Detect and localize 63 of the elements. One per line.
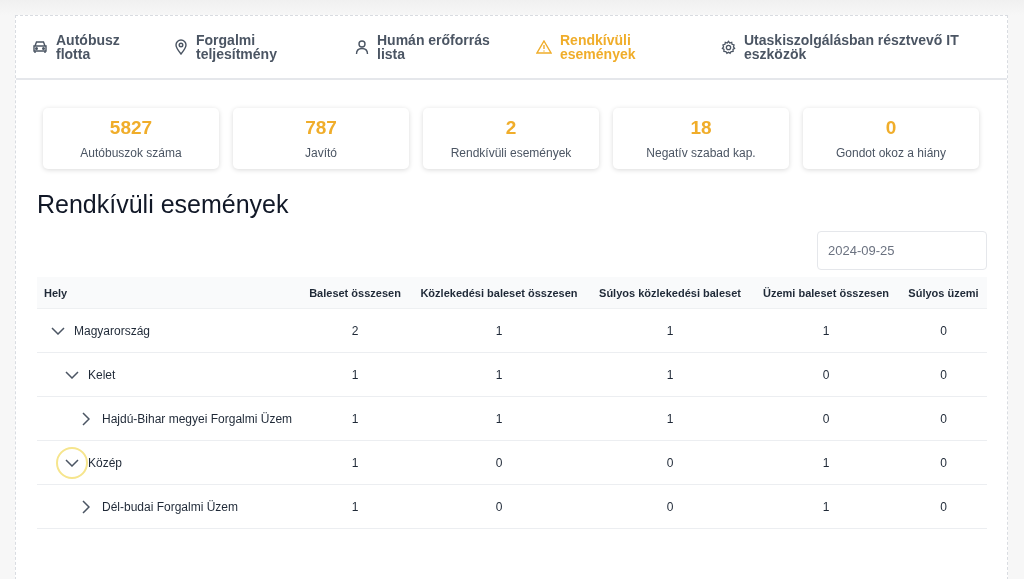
table-cell: Magyarország [74, 323, 151, 338]
column-header: Üzemi baleset összesen [762, 286, 890, 299]
person-icon [355, 39, 369, 55]
stat-label: Rendkívüli események [450, 146, 572, 160]
table-cell: 1 [666, 411, 674, 426]
car-icon [32, 40, 48, 54]
table-cell: 0 [822, 411, 830, 426]
settings-icon [721, 39, 736, 55]
table-cell: 0 [940, 367, 947, 382]
warning-icon [536, 40, 552, 54]
table-cell: 1 [822, 499, 830, 514]
table-cell: 0 [666, 499, 674, 514]
table-cell: 0 [940, 455, 947, 470]
stat-value: 0 [885, 117, 897, 139]
table-cell: 1 [822, 455, 830, 470]
table-cell: 1 [495, 323, 503, 338]
table-cell: Kelet [88, 367, 116, 382]
table-cell: 0 [940, 323, 947, 338]
table-cell: 1 [666, 323, 674, 338]
nav-tab[interactable]: Humán erőforrás lista [355, 16, 536, 78]
stat-label: Negatív szabad kap. [646, 146, 756, 160]
column-header: Súlyos közlekedési baleset [598, 286, 742, 299]
table-cell: 0 [495, 455, 503, 470]
nav-tab[interactable]: Autóbusz flotta [32, 16, 174, 78]
stat-value: 2 [505, 117, 517, 139]
column-header: Hely [43, 286, 69, 299]
table-cell: 1 [351, 455, 359, 470]
column-header: Baleset összesen [308, 286, 402, 299]
column-header: Közlekedési baleset összesen [419, 286, 579, 299]
table-cell: 2 [351, 323, 359, 338]
stat-value: 787 [305, 117, 337, 139]
table-cell: 0 [822, 367, 830, 382]
nav-tab[interactable]: Forgalmi teljesítmény [174, 16, 355, 78]
table-cell: 1 [351, 367, 359, 382]
stat-value: 5827 [109, 117, 153, 139]
table-cell: 0 [666, 455, 674, 470]
table-cell: Hajdú-Bihar megyei Forgalmi Üzem [102, 411, 293, 426]
table-cell: 0 [940, 499, 947, 514]
table-cell: 0 [495, 499, 503, 514]
table-cell: 0 [940, 411, 947, 426]
page-heading: Rendkívüli események [37, 190, 290, 219]
table-cell: 1 [822, 323, 830, 338]
chevron-right-icon [82, 499, 90, 514]
chevron-down-icon [65, 458, 79, 467]
table-cell: 1 [666, 367, 674, 382]
table-cell: 1 [495, 411, 503, 426]
table-cell: 1 [495, 367, 503, 382]
date-field[interactable]: 2024-09-25 [817, 231, 987, 270]
stat-label: Gondot okoz a hiány [835, 146, 947, 160]
expand-toggle[interactable] [56, 446, 88, 479]
stat-value: 18 [690, 117, 712, 139]
stat-label: Autóbuszok száma [80, 146, 182, 160]
column-header: Súlyos üzemi [907, 286, 980, 299]
chevron-right-icon [82, 411, 90, 426]
chevron-down-icon [65, 370, 79, 379]
stat-label: Javító [305, 146, 337, 160]
table-cell: 1 [351, 499, 359, 514]
table-cell: Közép [88, 455, 123, 470]
table-cell: Dél-budai Forgalmi Üzem [102, 499, 239, 514]
table-cell: 1 [351, 411, 359, 426]
chevron-down-icon [51, 326, 65, 335]
location-pin-icon [174, 39, 188, 55]
nav-tab[interactable]: Utaskiszolgálásban résztvevő IT eszközök [721, 16, 994, 78]
